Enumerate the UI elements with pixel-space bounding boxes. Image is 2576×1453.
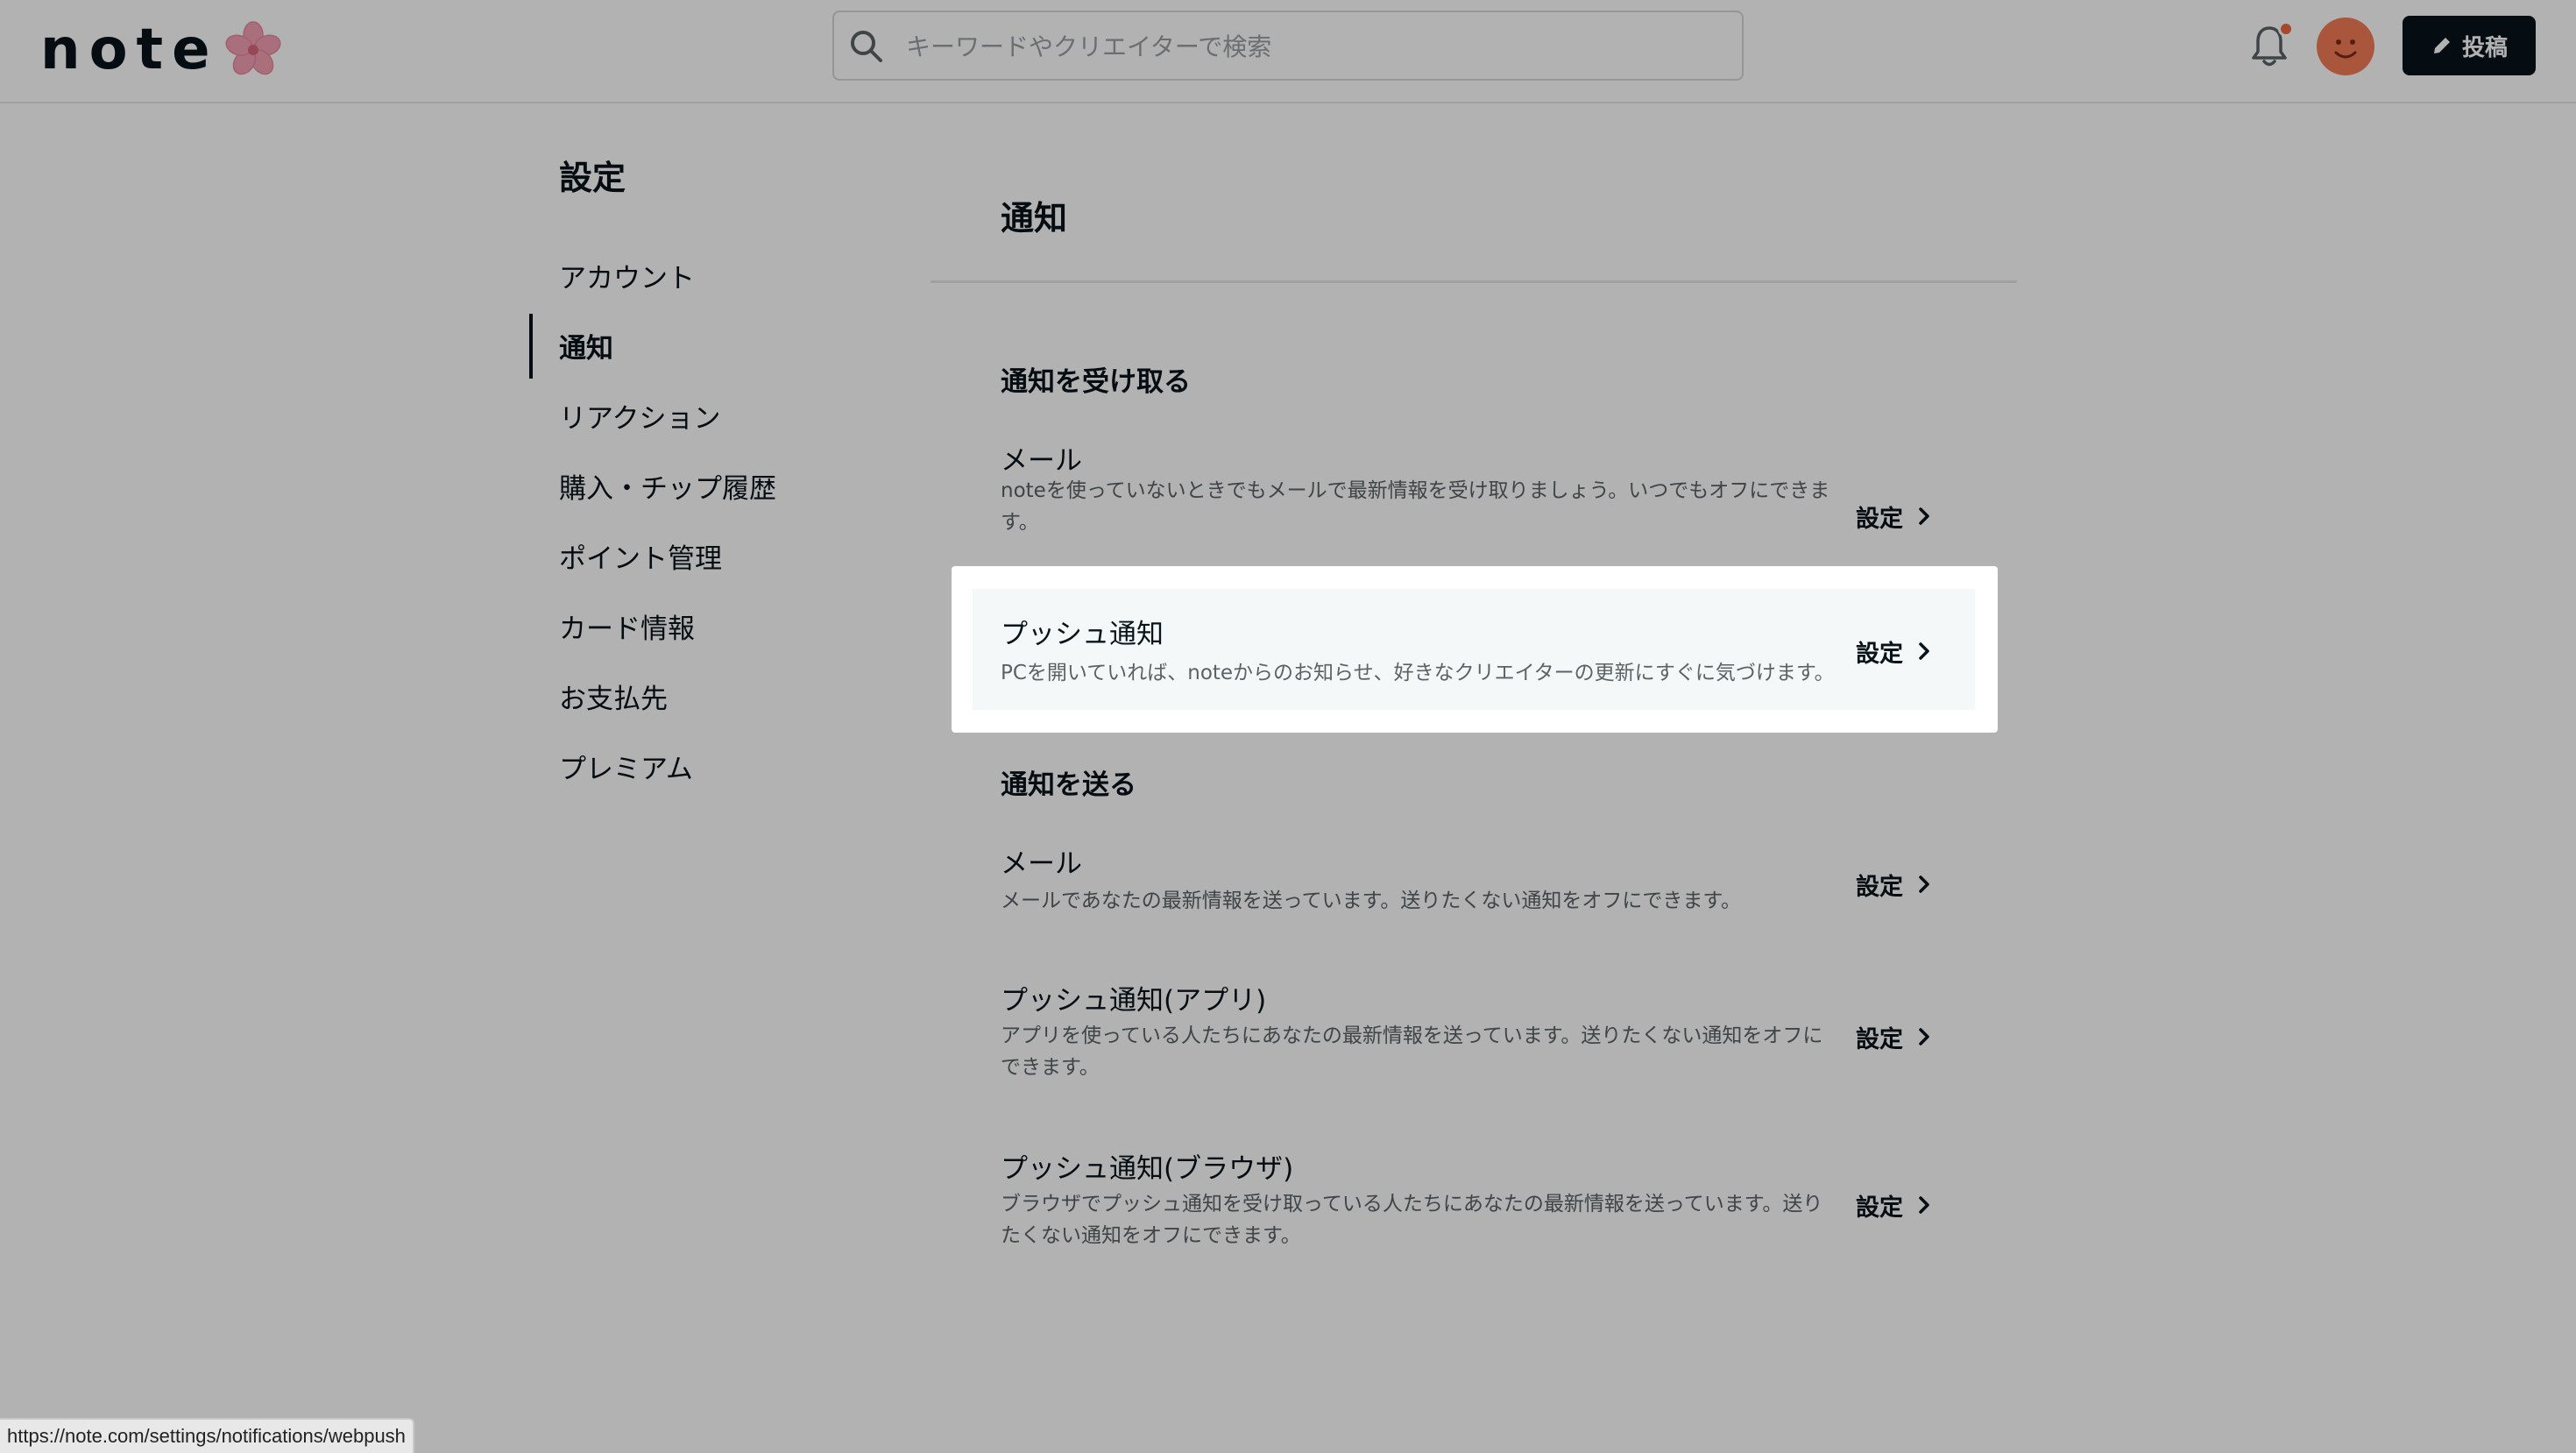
send-push-browser-row: プッシュ通知(ブラウザ) ブラウザでプッシュ通知を受け取っている人たちにあなたの… [931, 1146, 2017, 1260]
sidebar-item-account[interactable]: アカウント [529, 240, 862, 310]
sidebar-item-purchase-history[interactable]: 購入・チップ履歴 [529, 450, 862, 521]
settings-link-label: 設定 [1856, 640, 1903, 668]
row-description: ブラウザでプッシュ通知を受け取っている人たちにあなたの最新情報を送っています。送… [1001, 1193, 1823, 1247]
row-title: メール [1001, 848, 1082, 880]
chevron-right-icon [1919, 1196, 1929, 1214]
sidebar-item-points[interactable]: ポイント管理 [529, 521, 862, 591]
receive-push-row[interactable]: プッシュ通知 PCを開いていれば、noteからのお知らせ、好きなクリエイターの更… [973, 589, 1975, 710]
sidebar-item-label: リアクション [559, 402, 721, 435]
receive-mail-row: メール noteを使っていないときでもメールで最新情報を受け取りましょう。いつで… [931, 438, 2017, 559]
sidebar-item-notifications[interactable]: 通知 [529, 310, 862, 380]
chevron-right-icon [1919, 875, 1929, 893]
send-mail-settings-link[interactable]: 設定 [1856, 862, 1961, 906]
sidebar-item-payout[interactable]: お支払先 [529, 661, 862, 731]
row-title: プッシュ通知(アプリ) [1001, 985, 1267, 1017]
row-description: アプリを使っている人たちにあなたの最新情報を送っています。送りたくない通知をオフ… [1001, 1024, 1823, 1079]
sidebar-item-label: カード情報 [559, 613, 695, 645]
row-description: メールであなたの最新情報を送っています。送りたくない通知をオフにできます。 [1001, 890, 1742, 912]
search-box[interactable] [832, 11, 1744, 81]
row-description: PCを開いていれば、noteからのお知らせ、好きなクリエイターの更新にすぐに気づ… [1001, 662, 1835, 684]
sakura-flower-icon [224, 21, 281, 75]
send-push-app-row: プッシュ通知(アプリ) アプリを使っている人たちにあなたの最新情報を送っています… [931, 978, 2017, 1092]
search-icon [851, 31, 882, 62]
sidebar-item-reactions[interactable]: リアクション [529, 380, 862, 450]
settings-link-label: 設定 [1856, 873, 1903, 901]
send-mail-row: メール メールであなたの最新情報を送っています。送りたくない通知をオフにできます… [931, 841, 2017, 920]
notification-settings-panel: 通知 通知を受け取る メール noteを使っていないときでもメールで最新情報を受… [931, 145, 2017, 1330]
row-description: noteを使っていないときでもメールで最新情報を受け取りましょう。いつでもオフに… [1001, 479, 1830, 534]
settings-link-label: 設定 [1856, 1194, 1903, 1222]
sidebar-item-card-info[interactable]: カード情報 [529, 591, 862, 661]
section-title-send: 通知を送る [1001, 769, 1136, 801]
sidebar-item-label: アカウント [559, 262, 695, 294]
row-title: プッシュ通知(ブラウザ) [1001, 1153, 1294, 1185]
chevron-right-icon [1919, 507, 1929, 525]
receive-mail-settings-link[interactable]: 設定 [1856, 494, 1961, 538]
section-title-receive: 通知を受け取る [1001, 366, 1191, 398]
sidebar-item-premium[interactable]: プレミアム [529, 731, 862, 801]
sidebar-item-label: ポイント管理 [559, 542, 722, 575]
settings-link-label: 設定 [1856, 1025, 1903, 1053]
post-button-label: 投稿 [2461, 34, 2508, 61]
page-title: 通知 [1001, 199, 1068, 237]
row-title: メール [1001, 445, 1082, 477]
post-button[interactable]: 投稿 [2403, 16, 2536, 75]
note-logo[interactable]: note [40, 19, 282, 81]
smiley-face-icon [2334, 39, 2357, 59]
logo-text: note [40, 18, 219, 82]
search-input[interactable] [904, 23, 1714, 70]
send-push-app-settings-link[interactable]: 設定 [1856, 1015, 1961, 1059]
settings-sidebar: アカウント 通知 リアクション 購入・チップ履歴 ポイント管理 カード情報 お支… [529, 240, 862, 801]
settings-link-label: 設定 [1856, 505, 1903, 533]
sidebar-item-label: 購入・チップ履歴 [559, 472, 776, 505]
status-bar-url: https://note.com/settings/notifications/… [0, 1418, 414, 1453]
receive-push-settings-link[interactable]: 設定 [1856, 629, 1961, 673]
chevron-right-icon [1919, 642, 1929, 660]
row-title: プッシュ通知 [1001, 619, 1164, 650]
sidebar-item-label: プレミアム [559, 753, 693, 785]
sidebar-item-label: お支払先 [559, 683, 668, 715]
sidebar-title: 設定 [559, 159, 626, 197]
notification-badge [2278, 21, 2294, 37]
avatar[interactable] [2317, 18, 2374, 75]
send-push-browser-settings-link[interactable]: 設定 [1856, 1183, 1961, 1227]
chevron-right-icon [1919, 1028, 1929, 1045]
pencil-icon [2433, 38, 2450, 53]
highlight-frame: プッシュ通知 PCを開いていれば、noteからのお知らせ、好きなクリエイターの更… [952, 566, 1998, 733]
top-header: note キーワードやクリエイターで検索 投稿 [0, 0, 2576, 103]
sidebar-item-label: 通知 [559, 332, 613, 365]
divider [931, 280, 2017, 283]
